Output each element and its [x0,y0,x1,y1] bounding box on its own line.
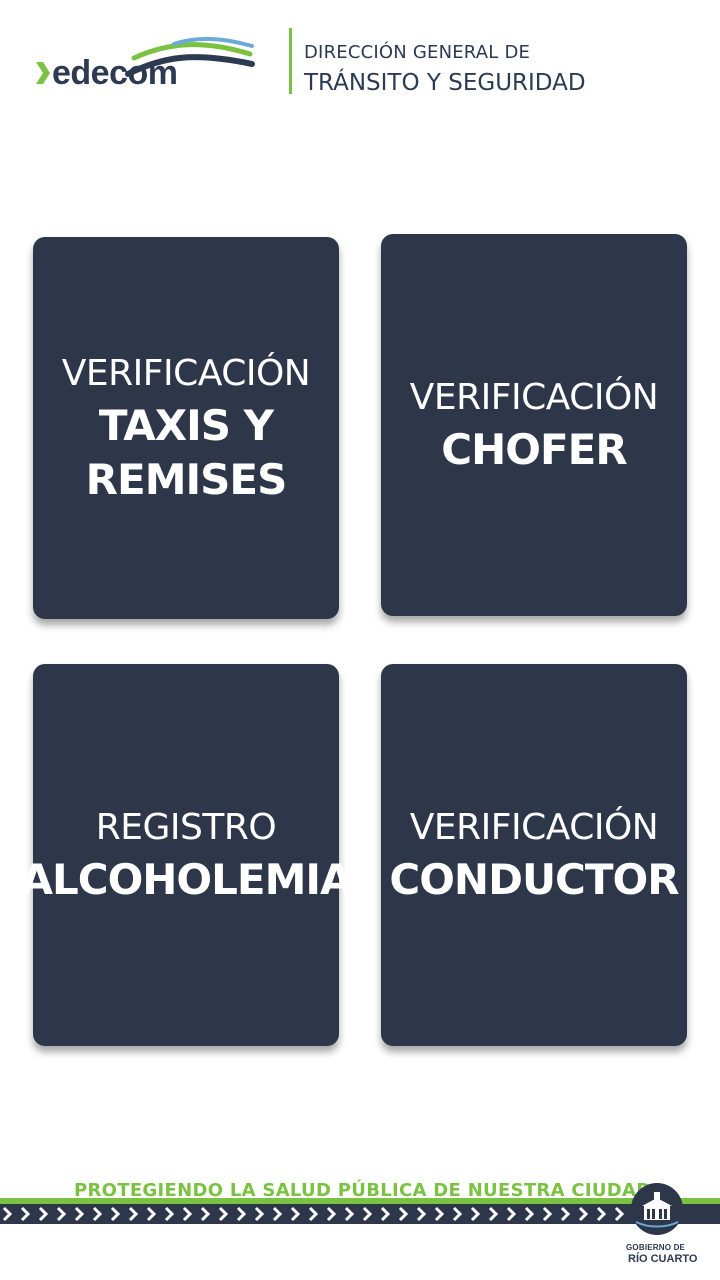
tile-label-line2: CHOFER [441,425,627,474]
chevron-decoration-icon [488,1206,499,1222]
chevron-decoration-icon [146,1206,157,1222]
government-label-line1: GOBIERNO DE [626,1243,686,1252]
chevron-decoration-icon [398,1206,409,1222]
chevron-decoration-icon [362,1206,373,1222]
wave-logo-icon [125,36,255,77]
chevron-decoration-icon [290,1206,301,1222]
chevron-decoration-icon [272,1206,283,1222]
chevron-decoration-icon [452,1206,463,1222]
tile-label-line1: VERIFICACIÓN [409,807,659,848]
chevron-decoration-icon [470,1206,481,1222]
app-header: edecom DIRECCIÓN GENERAL DE TRÁNSITO Y S… [0,0,720,120]
chevron-decoration-icon [380,1206,391,1222]
chevron-decoration-icon [2,1206,13,1222]
verificacion-chofer-button[interactable]: VERIFICACIÓN CHOFER [381,234,687,616]
tile-label-line1: VERIFICACIÓN [409,377,659,418]
chevron-decoration-icon [434,1206,445,1222]
chevron-decoration-icon [128,1206,139,1222]
tile-label-line1: REGISTRO [95,807,277,848]
chevron-decoration-icon [560,1206,571,1222]
verificacion-taxis-remises-button[interactable]: VERIFICACIÓN TAXIS Y REMISES [33,237,339,619]
chevron-decoration-icon [308,1206,319,1222]
tile-label-line2: CONDUCTOR [389,855,679,904]
chevron-decoration-icon [578,1206,589,1222]
chevron-decoration-icon [182,1206,193,1222]
chevron-decoration-icon [542,1206,553,1222]
chevron-decoration-icon [326,1206,337,1222]
chevron-decoration-icon [254,1206,265,1222]
verificacion-conductor-button[interactable]: VERIFICACIÓN CONDUCTOR [381,664,687,1046]
chevron-decoration-icon [20,1206,31,1222]
registro-alcoholemia-button[interactable]: REGISTRO ALCOHOLEMIA [20,664,353,1046]
chevron-decoration-icon [38,1206,49,1222]
chevron-decoration-icon [416,1206,427,1222]
chevron-right-icon [36,62,50,84]
chevron-decoration-icon [218,1206,229,1222]
department-title-line2: TRÁNSITO Y SEGURIDAD [304,70,586,96]
chevron-decoration-icon [614,1206,625,1222]
chevron-decoration-icon [110,1206,121,1222]
chevron-decoration-icon [74,1206,85,1222]
chevron-decoration-icon [236,1206,247,1222]
edecom-logo: edecom [36,34,256,94]
chevron-decoration-icon [92,1206,103,1222]
municipal-building-icon [631,1183,683,1235]
chevron-decoration-icon [56,1206,67,1222]
chevron-decoration-icon [524,1206,535,1222]
chevron-decoration-icon [506,1206,517,1222]
header-divider [289,28,292,94]
chevron-decoration-icon [596,1206,607,1222]
footer-chevron-pattern [2,1206,625,1222]
government-label-line2: RÍO CUARTO [628,1253,698,1265]
footer-band [0,1198,720,1224]
chevron-decoration-icon [344,1206,355,1222]
chevron-decoration-icon [164,1206,175,1222]
tile-label-line2: ALCOHOLEMIA [20,855,352,904]
chevron-decoration-icon [200,1206,211,1222]
tile-label-line3: REMISES [85,455,288,504]
tile-label-line1: VERIFICACIÓN [61,353,311,394]
department-title-line1: DIRECCIÓN GENERAL DE [304,42,531,63]
tile-label-line2: TAXIS Y [98,401,274,450]
